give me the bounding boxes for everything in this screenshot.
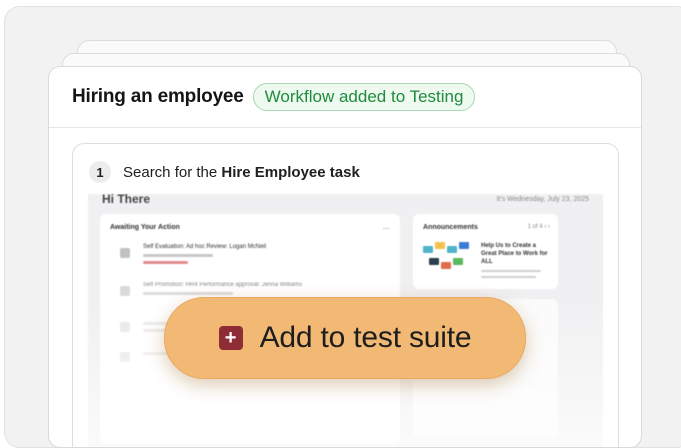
add-to-test-suite-label: Add to test suite [259, 321, 472, 354]
task-due-line [143, 261, 188, 264]
step-number: 1 [89, 161, 111, 183]
workflow-card: Hiring an employee Workflow added to Tes… [48, 66, 642, 448]
step-text-bold: Hire Employee task [221, 163, 360, 181]
announcements-title: Announcements [423, 224, 478, 231]
card-title: Hiring an employee [72, 86, 244, 107]
preview-greeting: Hi There [102, 194, 151, 206]
task-title: Self Promotion: HR4 Performance approval… [143, 282, 303, 288]
task-meta-line [143, 254, 213, 257]
awaiting-title: Awaiting Your Action [110, 224, 180, 231]
status-badge: Workflow added to Testing [252, 83, 476, 111]
step-text-prefix: Search for the [123, 163, 222, 181]
announcement-line [481, 270, 541, 272]
step-box: 1 Search for the Hire Employee task Hi T… [72, 143, 619, 447]
announcement-text: Help Us to Create a Great Place to Work … [481, 243, 548, 265]
step-header: 1 Search for the Hire Employee task [73, 144, 618, 200]
announcement-line [481, 276, 536, 278]
announcements-pager: 1 of 4 ‹ › [527, 224, 550, 230]
plus-square-icon: + [218, 326, 243, 350]
card-header: Hiring an employee Workflow added to Tes… [49, 67, 641, 128]
task-icon [120, 248, 130, 258]
announcement-illustration-icon [421, 242, 473, 278]
add-to-test-suite-button[interactable]: + Add to test suite [164, 297, 526, 379]
step-instruction: Search for the Hire Employee task [123, 164, 360, 181]
task-row: Self Evaluation: Ad hoc Review: Logan Mc… [115, 240, 385, 270]
announcements-panel: Announcements 1 of 4 ‹ › Help Us to Crea… [413, 214, 558, 289]
preview-date: It's Wednesday, July 23, 2025 [496, 196, 589, 203]
more-icon: ... [382, 221, 390, 231]
task-title: Self Evaluation: Ad hoc Review: Logan Mc… [143, 244, 267, 250]
